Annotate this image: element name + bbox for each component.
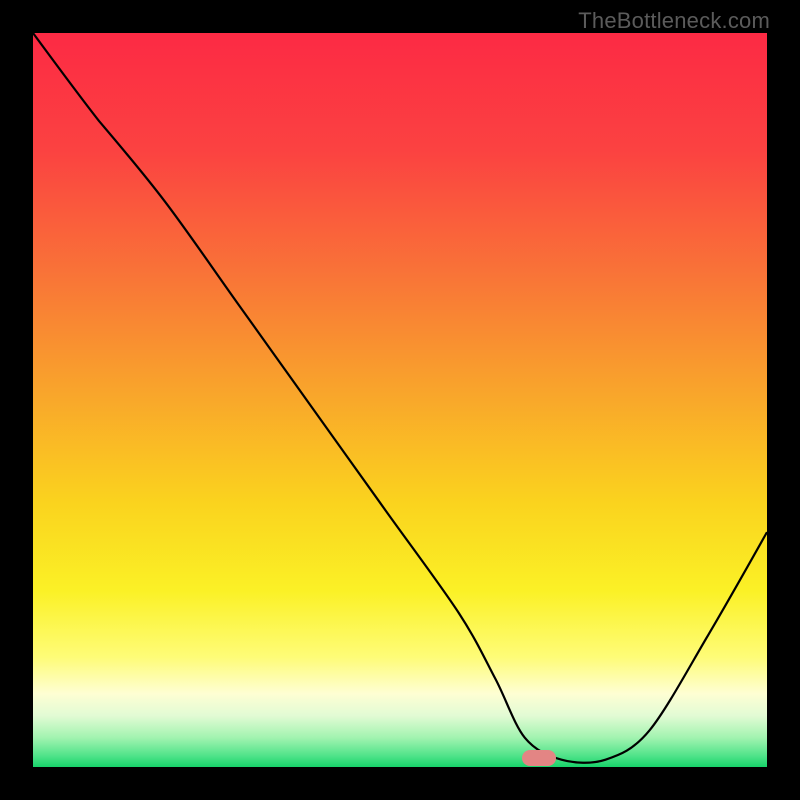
bottleneck-curve: [33, 33, 767, 767]
chart-frame: TheBottleneck.com: [0, 0, 800, 800]
watermark-text: TheBottleneck.com: [578, 8, 770, 34]
optimal-marker: [522, 750, 556, 766]
curve-path: [33, 33, 767, 763]
